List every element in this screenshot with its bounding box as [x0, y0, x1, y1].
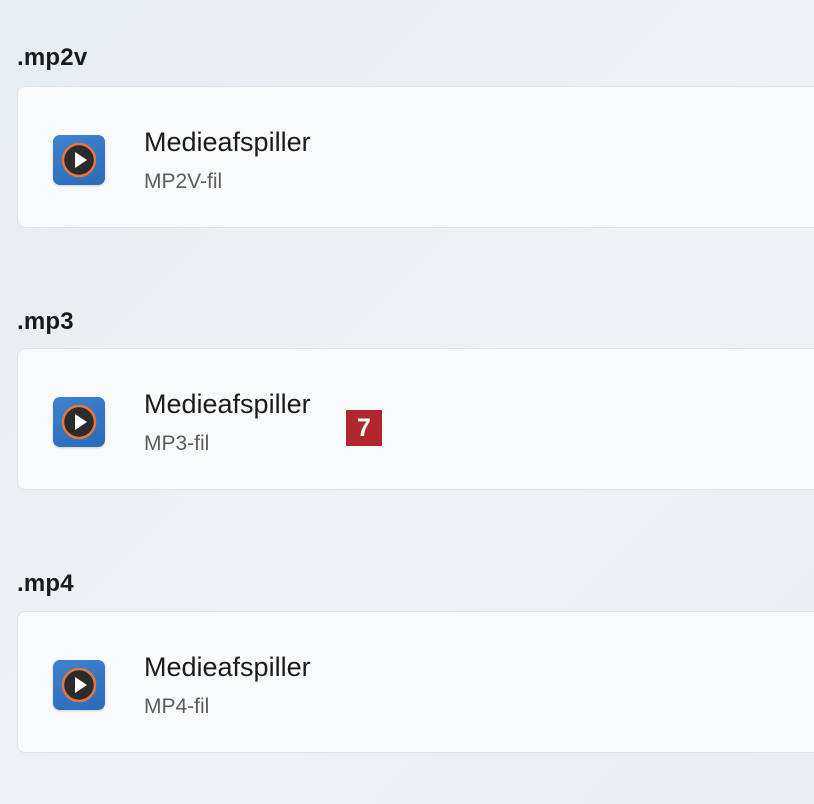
- media-player-icon: [53, 660, 105, 710]
- media-player-icon: [53, 397, 105, 447]
- app-name: Medieafspiller: [144, 389, 311, 419]
- extension-heading-mp3: .mp3: [17, 308, 74, 335]
- app-association-card-mp3[interactable]: Medieafspiller MP3-fil: [17, 348, 814, 490]
- extension-heading-mp2v: .mp2v: [17, 44, 88, 71]
- file-type-description: MP4-fil: [144, 695, 210, 718]
- file-type-description: MP2V-fil: [144, 170, 223, 193]
- app-association-card-mp2v[interactable]: Medieafspiller MP2V-fil: [17, 86, 814, 228]
- app-name: Medieafspiller: [144, 127, 311, 157]
- callout-number-badge: 7: [346, 410, 382, 446]
- file-type-description: MP3-fil: [144, 432, 210, 455]
- app-association-card-mp4[interactable]: Medieafspiller MP4-fil: [17, 611, 814, 753]
- app-name: Medieafspiller: [144, 652, 311, 682]
- media-player-icon: [53, 135, 105, 185]
- extension-heading-mp4: .mp4: [17, 570, 74, 597]
